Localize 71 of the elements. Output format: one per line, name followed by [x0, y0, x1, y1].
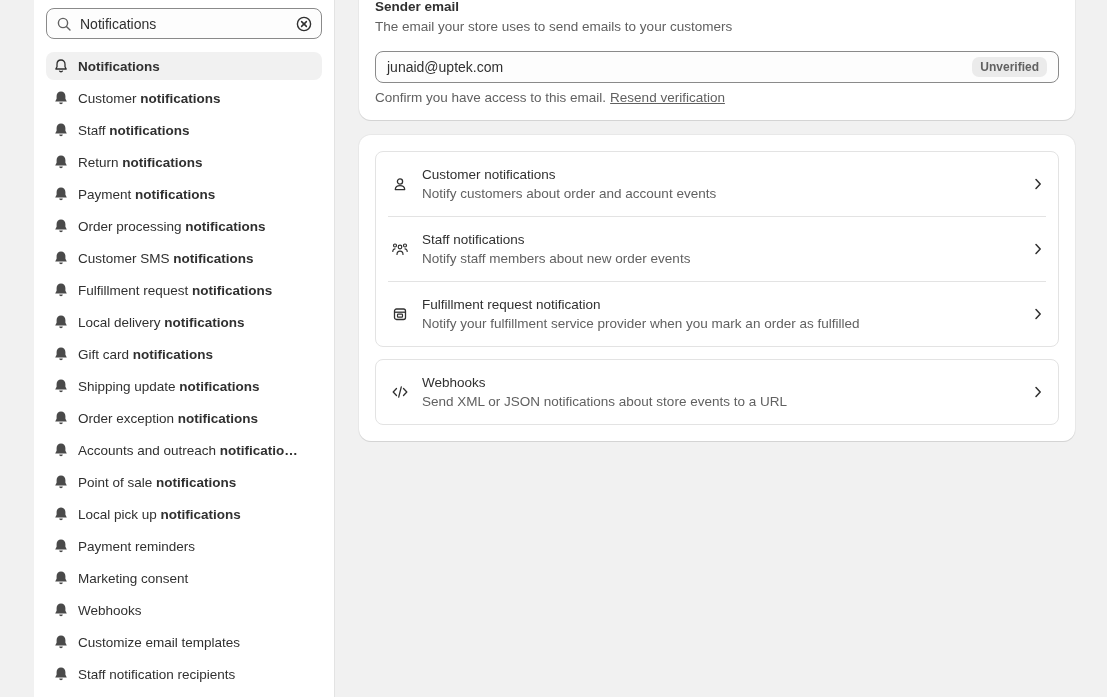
- chevron-right-icon: [1034, 308, 1042, 320]
- clear-icon[interactable]: [296, 15, 312, 32]
- row-title: Webhooks: [422, 375, 487, 390]
- chevron-right-icon: [1034, 178, 1042, 190]
- bell-icon: [53, 122, 69, 138]
- package-icon: [392, 307, 408, 321]
- bell-icon: [53, 666, 69, 682]
- row-description: Notify staff members about new order events: [422, 251, 692, 266]
- row-title: Fulfillment request notification: [422, 297, 602, 312]
- search-query: Notifications: [80, 15, 158, 32]
- email-value: junaid@uptek.com: [387, 59, 505, 75]
- bell-icon: [53, 602, 69, 618]
- people-icon: [392, 242, 408, 256]
- row-description: Send XML or JSON notifications about store events to a URL: [422, 394, 788, 409]
- bell-icon: [53, 634, 69, 650]
- section-title: Sender email: [375, 0, 461, 13]
- bell-icon: [53, 58, 69, 74]
- sidebar-item[interactable]: Marketing consent: [46, 564, 322, 592]
- resend-verification-link[interactable]: Resend verification: [610, 90, 725, 105]
- sidebar-item[interactable]: Payment reminders: [46, 532, 322, 560]
- sidebar-item[interactable]: Local pick up notifications: [46, 500, 322, 528]
- settings-row[interactable]: Staff notifications Notify staff members about new order events: [388, 216, 1046, 281]
- sidebar-item[interactable]: Webhooks: [46, 596, 322, 624]
- search-field[interactable]: Notifications: [46, 8, 322, 39]
- sidebar-item[interactable]: Local delivery notifications: [46, 308, 322, 336]
- chevron-right-icon: [1034, 243, 1042, 255]
- row-description: Notify customers about order and account events: [422, 186, 718, 201]
- bell-icon: [53, 474, 69, 490]
- sidebar-item[interactable]: Point of sale notifications: [46, 468, 322, 496]
- row-title: Staff notifications: [422, 232, 526, 247]
- bell-icon: [53, 154, 69, 170]
- sidebar-item[interactable]: Return notifications: [46, 148, 322, 176]
- status-badge: Unverified: [972, 57, 1047, 77]
- sidebar-item[interactable]: Fulfillment request notifications: [46, 276, 322, 304]
- code-icon: [392, 385, 408, 399]
- row-title: Customer notifications: [422, 167, 557, 182]
- sidebar-item[interactable]: Shipping update notifications: [46, 372, 322, 400]
- bell-icon: [53, 314, 69, 330]
- bell-icon: [53, 410, 69, 426]
- settings-row[interactable]: Customer notifications Notify customers about order and account events: [388, 152, 1046, 216]
- bell-icon: [53, 282, 69, 298]
- sidebar-item[interactable]: Customer notifications: [46, 84, 322, 112]
- bell-icon: [53, 186, 69, 202]
- chevron-right-icon: [1034, 386, 1042, 398]
- sidebar-item[interactable]: Payment notifications: [46, 180, 322, 208]
- sidebar-item[interactable]: Order processing notifications: [46, 212, 322, 240]
- settings-row[interactable]: Fulfillment request notification Notify your fulfillment service provider when you mark an order as fulfilled: [388, 281, 1046, 346]
- bell-icon: [53, 378, 69, 394]
- email-field[interactable]: junaid@uptek.com Unverified: [375, 51, 1059, 83]
- settings-row[interactable]: Webhooks Send XML or JSON notifications about store events to a URL: [388, 360, 1046, 424]
- bell-icon: [53, 570, 69, 586]
- sidebar-item[interactable]: Accounts and outreach notificatio…: [46, 436, 322, 464]
- bell-icon: [53, 250, 69, 266]
- bell-icon: [53, 90, 69, 106]
- bell-icon: [53, 538, 69, 554]
- bell-icon: [53, 346, 69, 362]
- sidebar-item[interactable]: Staff notification recipients: [46, 660, 322, 688]
- sidebar-item[interactable]: Staff notifications: [46, 116, 322, 144]
- bell-icon: [53, 506, 69, 522]
- section-description: The email your store uses to send emails to your customers: [375, 19, 734, 34]
- help-text: Confirm you have access to this email.: [375, 90, 607, 105]
- bell-icon: [53, 442, 69, 458]
- sidebar-item[interactable]: Gift card notifications: [46, 340, 322, 368]
- sidebar-item[interactable]: Customize email templates: [46, 628, 322, 656]
- search-icon: [57, 16, 71, 31]
- sidebar-item[interactable]: Notifications: [46, 52, 322, 80]
- bell-icon: [53, 218, 69, 234]
- person-icon: [392, 177, 408, 191]
- sidebar-item[interactable]: Order exception notifications: [46, 404, 322, 432]
- sidebar-item[interactable]: Customer SMS notifications: [46, 244, 322, 272]
- row-description: Notify your fulfillment service provider when you mark an order as fulfilled: [422, 316, 861, 331]
